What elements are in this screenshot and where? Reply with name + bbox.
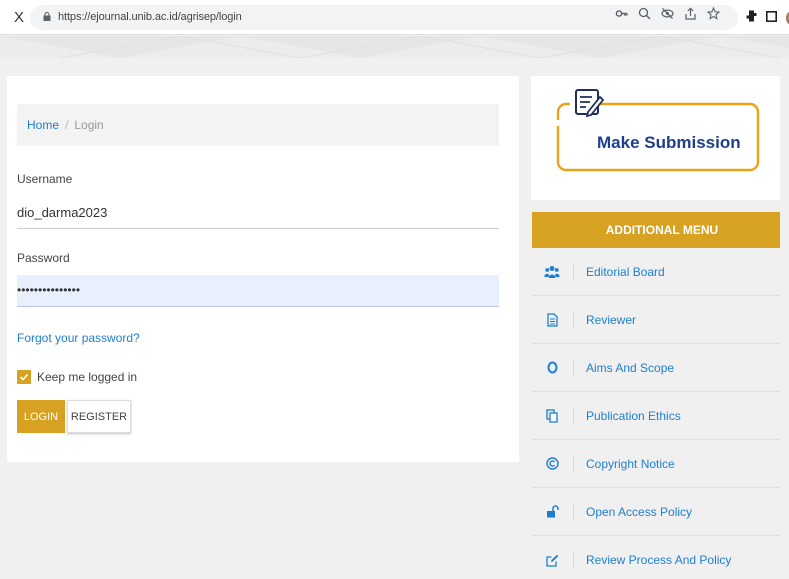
menu-divider — [573, 552, 574, 568]
menu-divider — [573, 311, 574, 328]
document-icon — [543, 312, 561, 327]
edit-icon — [543, 554, 561, 567]
menu-item-label: Editorial Board — [586, 264, 665, 279]
copyright-icon — [543, 457, 561, 470]
menu-item-reviewer[interactable]: Reviewer — [532, 296, 780, 344]
menu-item-copyright-notice[interactable]: Copyright Notice — [532, 440, 780, 488]
username-label: Username — [17, 172, 73, 186]
key-icon[interactable] — [614, 6, 629, 20]
share-icon[interactable] — [683, 6, 698, 20]
remember-checkbox[interactable] — [17, 370, 31, 384]
menu-divider — [573, 407, 574, 424]
menu-item-label: Review Process And Policy — [586, 553, 732, 567]
menu-item-label: Aims And Scope — [586, 360, 675, 375]
menu-divider — [573, 455, 574, 472]
browser-toolbar: X https://ejournal.unib.ac.id/agrisep/lo… — [0, 0, 789, 35]
make-submission-banner[interactable]: Make Submission — [531, 76, 780, 200]
menu-item-aims-and-scope[interactable]: Aims And Scope — [532, 344, 780, 392]
password-label: Password — [17, 251, 70, 265]
breadcrumb: Home / Login — [17, 104, 499, 146]
username-field[interactable]: dio_darma2023 — [17, 197, 499, 229]
menu-item-label: Publication Ethics — [586, 408, 681, 423]
make-submission-label: Make Submission — [597, 133, 741, 152]
breadcrumb-current: Login — [74, 118, 104, 132]
close-button[interactable]: X — [14, 9, 24, 26]
breadcrumb-separator: / — [65, 118, 69, 132]
url-text: https://ejournal.unib.ac.id/agrisep/logi… — [58, 11, 242, 23]
password-field[interactable]: ••••••••••••••• — [17, 275, 499, 307]
additional-menu-list: Editorial Board Reviewer Aims And Scope … — [532, 248, 780, 579]
login-button[interactable]: LOGIN — [17, 400, 65, 433]
register-button[interactable]: REGISTER — [67, 400, 131, 433]
menu-divider — [573, 263, 574, 280]
menu-item-publication-ethics[interactable]: Publication Ethics — [532, 392, 780, 440]
menu-item-label: Copyright Notice — [586, 456, 675, 471]
copy-icon — [543, 408, 561, 423]
menu-item-editorial-board[interactable]: Editorial Board — [532, 248, 780, 296]
remember-me[interactable]: Keep me logged in — [17, 370, 137, 384]
menu-divider — [573, 503, 574, 520]
circle-icon — [543, 361, 561, 374]
breadcrumb-home-link[interactable]: Home — [27, 118, 59, 132]
menu-divider — [573, 359, 574, 376]
eye-off-icon[interactable] — [660, 6, 675, 20]
menu-item-label: Reviewer — [586, 312, 637, 327]
forgot-password-link[interactable]: Forgot your password? — [17, 331, 140, 345]
header-banner — [0, 36, 789, 58]
users-icon — [543, 265, 561, 279]
zoom-icon[interactable] — [637, 6, 652, 20]
sidepanel-icon[interactable] — [766, 9, 777, 27]
star-icon[interactable] — [706, 6, 721, 20]
extensions-icon[interactable] — [746, 9, 757, 27]
login-panel: Home / Login Username dio_darma2023 Passwo… — [7, 76, 519, 462]
menu-item-open-access-policy[interactable]: Open Access Policy — [532, 488, 780, 536]
menu-item-label: Open Access Policy — [586, 504, 693, 519]
additional-menu-header: ADDITIONAL MENU — [532, 212, 780, 248]
checkmark-icon — [19, 373, 29, 381]
submission-frame-icon — [556, 89, 760, 172]
unlock-icon — [543, 505, 561, 518]
remember-label: Keep me logged in — [37, 370, 138, 384]
menu-item-review-process-and-policy[interactable]: Review Process And Policy — [532, 536, 780, 579]
lock-icon — [43, 12, 51, 21]
